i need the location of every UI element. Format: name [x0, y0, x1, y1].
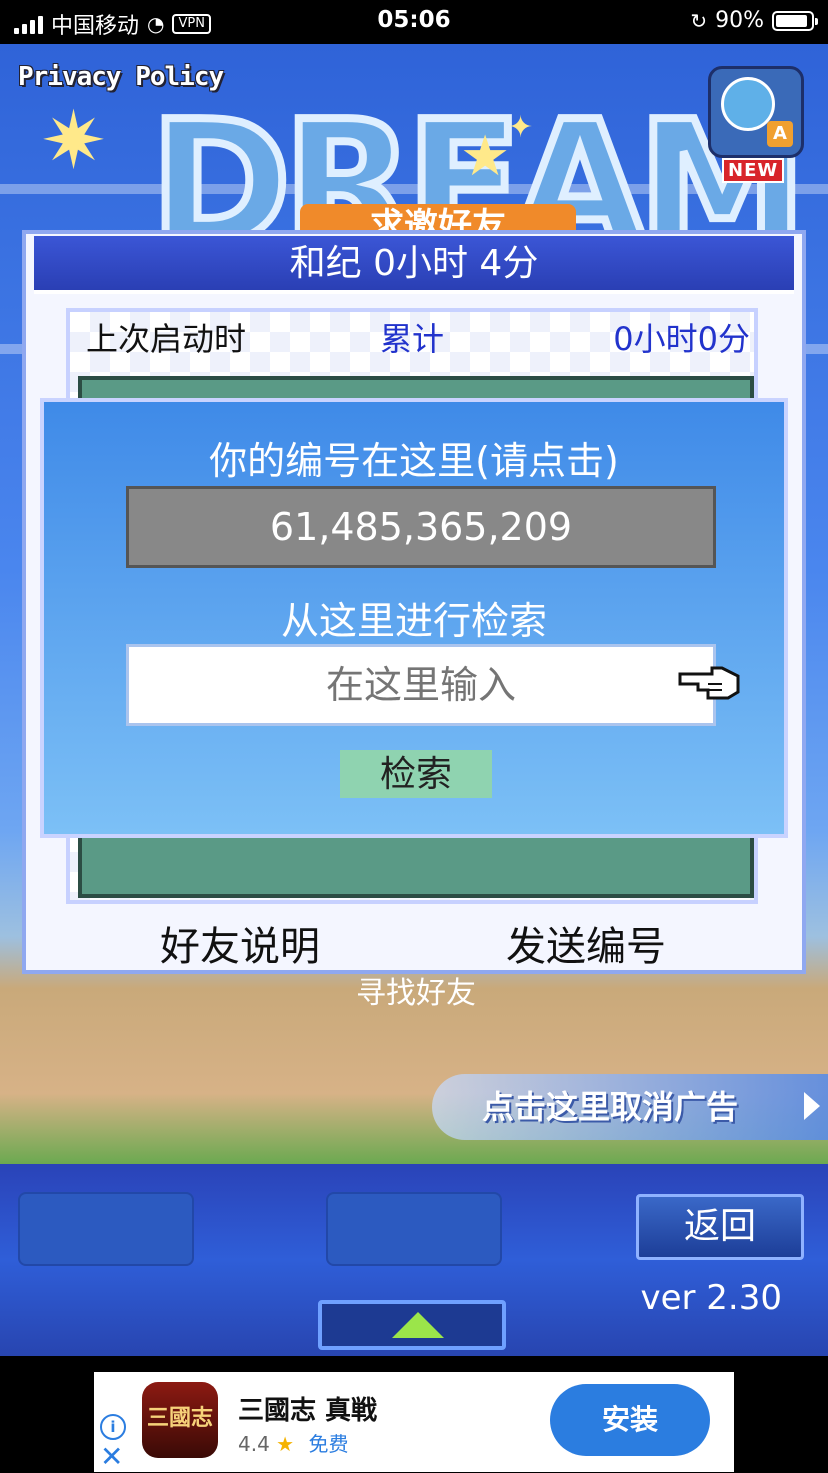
- your-id-title: 你的编号在这里(请点击): [209, 439, 619, 483]
- app-rating: 4.4: [238, 1432, 270, 1456]
- privacy-policy-link[interactable]: Privacy Policy: [18, 62, 224, 92]
- install-button[interactable]: 安装: [550, 1384, 710, 1456]
- player-id-box[interactable]: 61,485,365,209: [126, 486, 716, 568]
- app-price: 免费: [308, 1432, 349, 1456]
- bottom-menu: 返回 ver 2.30: [0, 1164, 828, 1356]
- language-switch-button[interactable]: A: [708, 66, 804, 158]
- remove-ads-button[interactable]: 点击这里取消广告: [432, 1074, 828, 1140]
- back-button[interactable]: 返回: [636, 1194, 804, 1260]
- app-icon-text: 三國志: [146, 1406, 213, 1431]
- friend-help-button[interactable]: 好友说明: [160, 914, 320, 972]
- ad-info-icon[interactable]: i: [100, 1414, 126, 1440]
- battery-percent: 90%: [715, 8, 764, 33]
- stats-row: 上次启动时 累计 0小时0分: [70, 314, 750, 362]
- star-icon: ★: [460, 124, 511, 189]
- ad-close-icon[interactable]: ✕: [100, 1440, 123, 1473]
- search-title: 从这里进行检索: [280, 599, 547, 643]
- search-button[interactable]: 检索: [340, 750, 492, 798]
- sparkle-icon: ✦: [508, 110, 534, 145]
- sparkle-icon: ✷: [40, 94, 108, 187]
- new-badge: NEW: [722, 158, 785, 183]
- app-meta: 4.4 ★ 免费: [238, 1428, 348, 1457]
- battery-icon: [772, 10, 818, 31]
- friend-id-input[interactable]: [126, 644, 716, 726]
- total-label: 累计: [380, 320, 445, 358]
- app-name: 三國志 真戦: [238, 1396, 378, 1426]
- search-dialog: 你的编号在这里(请点击) 61,485,365,209 从这里进行检索 检索: [40, 398, 788, 838]
- total-time-value: 0小时0分: [613, 320, 750, 358]
- game-screen: DREAM ✷ ★ ✦ Privacy Policy 求邀好友 A NEW 和纪…: [0, 44, 828, 1356]
- language-letter-icon: A: [767, 121, 793, 147]
- version-label: ver 2.30: [640, 1278, 782, 1318]
- panel-title: 和纪 0小时 4分: [34, 236, 794, 294]
- orientation-lock-icon: ↻: [690, 8, 708, 33]
- ad-banner[interactable]: i ✕ 三國志 三國志 真戦 4.4 ★ 免费 安装: [94, 1372, 734, 1473]
- send-id-button[interactable]: 发送编号: [506, 914, 666, 972]
- menu-slot-2[interactable]: [326, 1192, 502, 1266]
- menu-slot-1[interactable]: [18, 1192, 194, 1266]
- last-launch-label: 上次启动时: [86, 320, 247, 358]
- play-arrow-icon: [804, 1092, 820, 1120]
- expand-menu-button[interactable]: [318, 1300, 506, 1350]
- app-icon: 三國志: [142, 1382, 218, 1458]
- find-friend-button[interactable]: 寻找好友: [82, 968, 750, 1012]
- up-arrow-icon: [392, 1312, 444, 1338]
- status-right: ↻ 90%: [690, 8, 818, 33]
- remove-ads-label: 点击这里取消广告: [482, 1088, 739, 1126]
- status-bar: 中国移动 ◔ VPN 05:06 ↻ 90%: [0, 0, 828, 44]
- rating-star-icon: ★: [276, 1432, 295, 1456]
- pointing-hand-icon: [678, 666, 740, 700]
